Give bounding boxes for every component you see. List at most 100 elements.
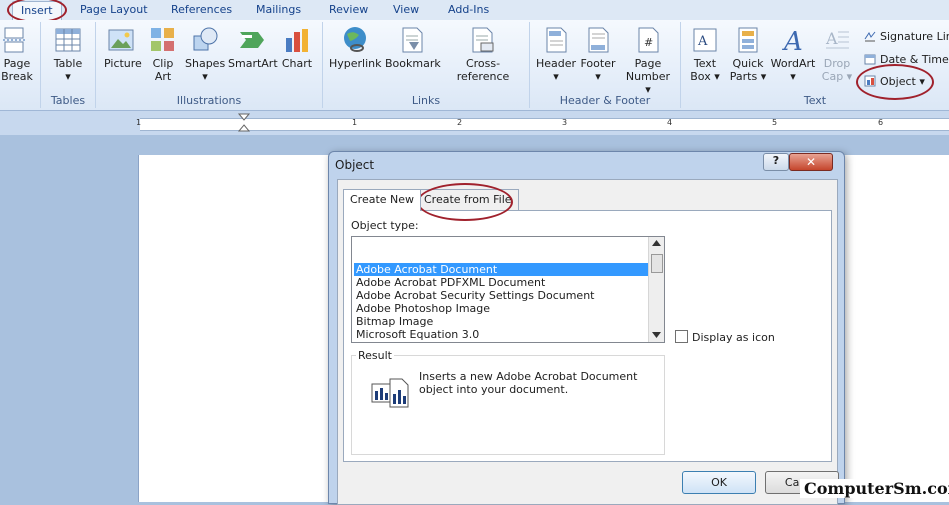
ruler-number: 3 <box>562 118 568 127</box>
checkbox-box[interactable] <box>675 330 688 343</box>
group-tables: Table ▾ Tables <box>41 22 96 108</box>
table-dropdown-icon: ▾ <box>65 70 71 83</box>
horizontal-ruler[interactable]: 1 1 2 3 4 5 6 <box>0 111 949 135</box>
group-label-tables: Tables <box>50 94 86 107</box>
create-new-panel: Object type: Adobe Acrobat Document Adob… <box>343 210 832 462</box>
tab-create-new[interactable]: Create New <box>343 189 422 211</box>
annotation-circle-create-from-file <box>417 183 513 221</box>
clip-art-label-2: Art <box>154 70 172 83</box>
group-pages: Page Break <box>0 22 41 108</box>
shapes-button[interactable]: Shapes ▾ <box>185 26 225 83</box>
ok-button[interactable]: OK <box>682 471 756 494</box>
page-number-button[interactable]: # Page Number ▾ <box>622 26 674 96</box>
shapes-dropdown-icon: ▾ <box>202 70 208 83</box>
group-label-illustrations: Illustrations <box>176 94 242 107</box>
header-button[interactable]: Header ▾ <box>536 26 576 83</box>
tab-page-layout[interactable]: Page Layout <box>80 3 148 16</box>
chart-label: Chart <box>281 57 313 70</box>
tab-view[interactable]: View <box>393 3 419 16</box>
shapes-icon <box>193 27 218 51</box>
picture-label: Picture <box>104 57 142 70</box>
footer-button[interactable]: Footer ▾ <box>578 26 618 83</box>
table-icon <box>55 28 81 52</box>
quick-parts-icon <box>738 27 758 53</box>
page-break-button[interactable]: Page Break <box>0 26 34 83</box>
footer-icon <box>588 27 609 53</box>
quick-parts-button[interactable]: Quick Parts ▾ <box>729 26 767 83</box>
close-button[interactable]: ✕ <box>789 153 833 171</box>
smartart-button[interactable]: SmartArt <box>228 26 278 70</box>
tab-add-ins[interactable]: Add-Ins <box>448 3 489 16</box>
object-type-list[interactable]: Adobe Acrobat Document Adobe Acrobat PDF… <box>351 236 665 343</box>
result-group: Result Inserts a new Adobe Acrobat Docum… <box>351 349 665 455</box>
bookmark-icon <box>402 27 423 53</box>
group-header-footer: Header ▾ Footer ▾ # Page Number ▾ Header… <box>530 22 681 108</box>
chart-button[interactable]: Chart <box>280 26 314 70</box>
clip-art-icon <box>151 28 174 51</box>
smartart-icon <box>240 32 264 48</box>
header-icon <box>546 27 567 53</box>
quick-parts-label-1: Quick <box>732 57 764 70</box>
list-item[interactable]: Microsoft Equation 3.0 <box>354 328 648 341</box>
object-type-label: Object type: <box>351 219 419 232</box>
text-box-button[interactable]: A Text Box ▾ <box>687 26 723 83</box>
list-item[interactable]: Adobe Acrobat PDFXML Document <box>354 276 648 289</box>
scroll-up-icon[interactable] <box>652 240 661 246</box>
list-item[interactable]: Bitmap Image <box>354 315 648 328</box>
drop-cap-label-1: Drop <box>823 57 851 70</box>
clip-art-button[interactable]: Clip Art <box>148 26 178 83</box>
svg-text:A: A <box>782 27 803 54</box>
footer-dropdown-icon: ▾ <box>595 70 601 83</box>
annotation-circle-object-button <box>856 64 934 100</box>
display-as-icon-checkbox[interactable]: Display as icon <box>675 330 775 344</box>
wordart-icon: A <box>782 27 803 54</box>
dialog-body: Create New Create from File Object type:… <box>337 179 839 505</box>
cross-reference-button[interactable]: Cross-reference <box>441 26 525 83</box>
tab-review[interactable]: Review <box>329 3 368 16</box>
calendar-icon <box>864 54 876 65</box>
quick-parts-label-2: Parts <box>729 70 758 83</box>
picture-button[interactable]: Picture <box>104 26 142 70</box>
list-item[interactable]: Adobe Acrobat Security Settings Document <box>354 289 648 302</box>
text-box-label-1: Text <box>693 57 717 70</box>
table-button[interactable]: Table ▾ <box>51 26 85 83</box>
header-dropdown-icon: ▾ <box>553 70 559 83</box>
group-label-links: Links <box>411 94 441 107</box>
wordart-dropdown-icon: ▾ <box>790 70 796 83</box>
wordart-button[interactable]: A WordArt ▾ <box>769 26 817 83</box>
group-label-header-footer: Header & Footer <box>559 94 651 107</box>
bookmark-button[interactable]: Bookmark <box>385 26 441 70</box>
signature-line-button[interactable]: Signature Lin <box>864 30 949 43</box>
group-links: Hyperlink Bookmark Cross-reference Links <box>323 22 530 108</box>
wordart-label: WordArt <box>770 57 816 70</box>
result-label: Result <box>356 349 394 362</box>
tab-mailings[interactable]: Mailings <box>256 3 301 16</box>
page-break-icon <box>3 27 27 53</box>
scroll-thumb[interactable] <box>651 254 663 273</box>
picture-icon <box>108 29 134 51</box>
result-description: Inserts a new Adobe Acrobat Document obj… <box>419 370 638 396</box>
dialog-title: Object <box>335 158 375 172</box>
signature-line-icon <box>864 31 876 42</box>
list-item[interactable]: Adobe Photoshop Image <box>354 302 648 315</box>
watermark: ComputerSm.com <box>800 479 949 498</box>
drop-cap-icon: A <box>825 29 849 49</box>
text-box-icon: A <box>693 28 717 52</box>
page-number-label-2: Number <box>625 70 671 83</box>
table-label: Table <box>53 57 83 70</box>
ribbon-tab-bar: Insert Page Layout References Mailings R… <box>0 0 949 23</box>
list-scrollbar[interactable] <box>648 237 664 342</box>
indent-marker-icon[interactable] <box>238 113 250 135</box>
page-break-label-2: Break <box>1 70 33 83</box>
clip-art-label-1: Clip <box>152 57 174 70</box>
drop-cap-button[interactable]: A Drop Cap ▾ <box>819 26 855 83</box>
list-item[interactable]: Adobe Acrobat Document <box>354 263 648 276</box>
hyperlink-button[interactable]: Hyperlink <box>329 26 382 70</box>
scroll-down-icon[interactable] <box>652 332 661 338</box>
cross-reference-icon <box>472 27 494 53</box>
help-button[interactable]: ? <box>763 153 789 171</box>
text-box-label-2: Box <box>690 70 711 83</box>
tab-references[interactable]: References <box>171 3 232 16</box>
group-illustrations: Picture Clip Art Shapes ▾ SmartArt Chart… <box>96 22 323 108</box>
object-dialog: Object ? ✕ Create New Create from File O… <box>328 151 845 505</box>
